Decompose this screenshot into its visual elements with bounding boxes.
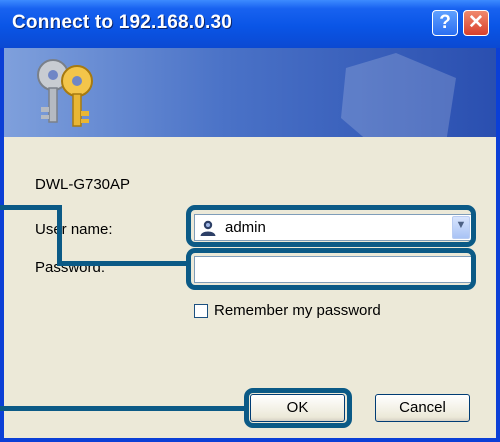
window-title: Connect to 192.168.0.30: [12, 12, 233, 33]
close-icon: ✕: [468, 12, 484, 33]
username-label: User name:: [35, 221, 113, 238]
dialog-banner: [4, 48, 496, 137]
callout-line: [57, 261, 188, 266]
callout-line: [57, 205, 62, 266]
title-bar[interactable]: Connect to 192.168.0.30 ? ✕: [0, 0, 500, 48]
close-button[interactable]: ✕: [463, 10, 489, 36]
password-field-highlight: [186, 248, 476, 290]
login-dialog-window: Connect to 192.168.0.30 ? ✕ DWL-G730AP U…: [0, 0, 500, 442]
ok-button-highlight: [244, 388, 352, 428]
help-button[interactable]: ?: [432, 10, 458, 36]
server-model-text: DWL-G730AP: [35, 176, 131, 193]
help-icon: ?: [439, 12, 451, 33]
cancel-button[interactable]: Cancel: [375, 394, 470, 422]
callout-line: [0, 205, 62, 210]
callout-line: [0, 406, 246, 411]
username-field-highlight: [186, 205, 476, 247]
remember-password-checkbox[interactable]: [194, 304, 208, 318]
remember-password-label[interactable]: Remember my password: [214, 302, 381, 319]
banner-watermark: [341, 53, 456, 137]
keys-icon: [37, 59, 93, 127]
